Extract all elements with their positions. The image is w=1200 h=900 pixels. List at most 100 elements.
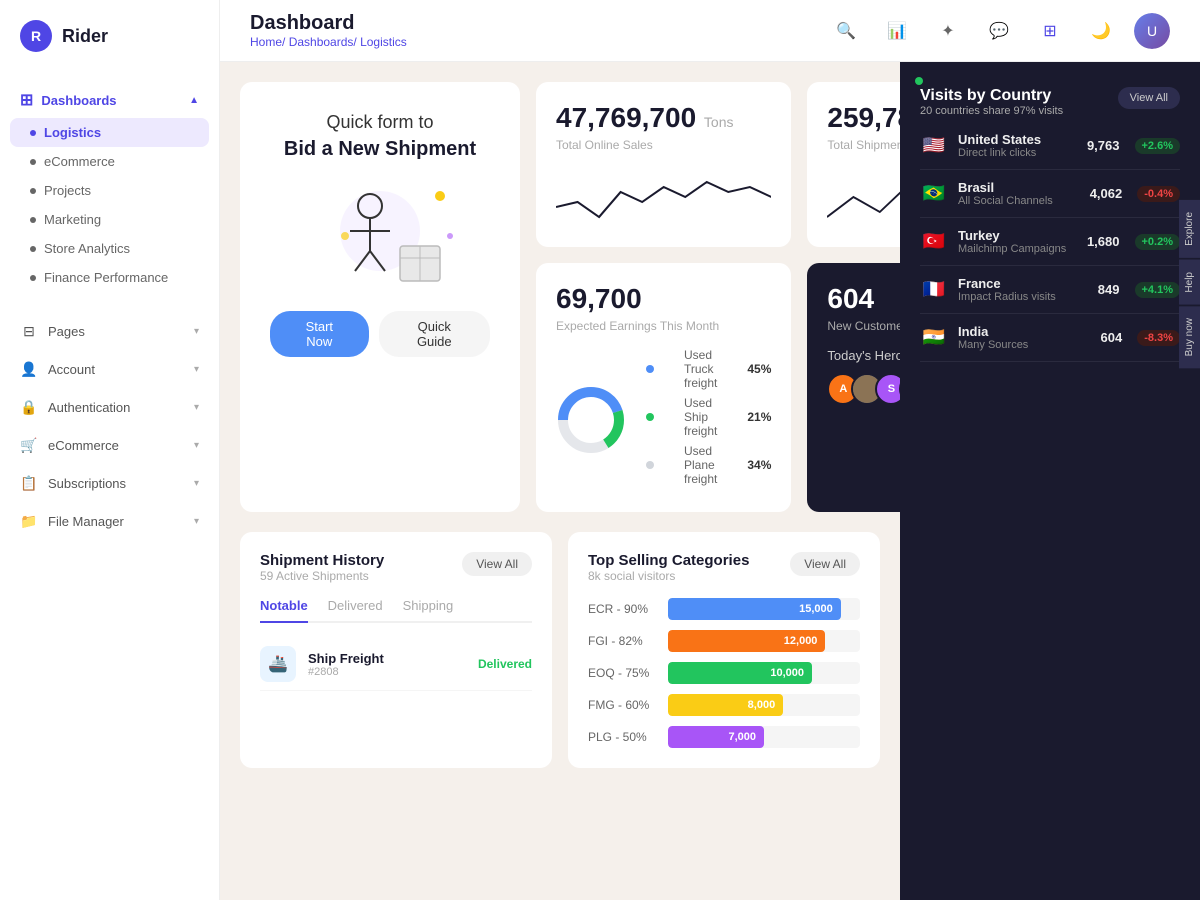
buy-now-tab[interactable]: Buy now: [1179, 306, 1200, 368]
avatar-stack: A S P +2: [827, 373, 900, 405]
right-panel: Visits by Country 20 countries share 97%…: [900, 62, 1200, 900]
shipment-status-1: Delivered: [478, 657, 532, 671]
tab-notable[interactable]: Notable: [260, 598, 308, 623]
country-item-1: 🇧🇷 Brasil All Social Channels 4,062 -0.4…: [920, 170, 1180, 218]
sidebar-section-pages: ⊟ Pages ▾ 👤 Account ▾ 🔒 Authentication ▾…: [0, 312, 219, 540]
country-source-3: Impact Radius visits: [958, 291, 1070, 303]
country-source-2: Mailchimp Campaigns: [958, 243, 1070, 255]
top-selling-view-all[interactable]: View All: [790, 552, 860, 576]
shipments-chart: [827, 167, 900, 227]
bar-label-0: ECR - 90%: [588, 602, 658, 616]
pages-icon: ⊟: [20, 322, 38, 340]
shipment-icon-1: 🚢: [260, 646, 296, 682]
sidebar-item-pages[interactable]: ⊟ Pages ▾: [0, 312, 219, 350]
dot-icon: [30, 188, 36, 194]
bar-fill-1: 12,000: [668, 630, 825, 652]
quick-guide-button[interactable]: Quick Guide: [379, 311, 490, 357]
sidebar-item-file-manager[interactable]: 📁 File Manager ▾: [0, 502, 219, 540]
bar-item-3: FMG - 60% 8,000: [588, 694, 860, 716]
sidebar-group-dashboards[interactable]: ⊞ Dashboards ▲: [0, 82, 219, 118]
country-item-4: 🇮🇳 India Many Sources 604 -8.3%: [920, 314, 1180, 362]
chevron-down-icon: ▾: [194, 440, 199, 451]
earnings-label: Expected Earnings This Month: [556, 319, 771, 333]
header-right: 🔍 📊 ✦ 💬 ⊞ 🌙 U: [828, 13, 1170, 49]
page-title: Dashboard: [250, 12, 407, 35]
total-shipments-value: 259,786: [827, 102, 900, 134]
total-sales-label: Total Online Sales: [556, 138, 771, 152]
shipment-history-header: Shipment History 59 Active Shipments Vie…: [260, 552, 532, 583]
earnings-card: 69,700 Expected Earnings This Month: [536, 263, 791, 512]
bar-chart-icon[interactable]: 📊: [879, 13, 915, 49]
shipment-list: 🚢 Ship Freight #2808 Delivered: [260, 638, 532, 691]
sidebar-item-account[interactable]: 👤 Account ▾: [0, 350, 219, 388]
grid-icon[interactable]: ⊞: [1032, 13, 1068, 49]
sidebar: R Rider ⊞ Dashboards ▲ Logistics eCommer…: [0, 0, 220, 900]
bar-label-1: FGI - 82%: [588, 634, 658, 648]
visits-subtitle: 20 countries share 97% visits: [920, 105, 1063, 117]
bar-label-4: PLG - 50%: [588, 730, 658, 744]
sidebar-item-finance-performance[interactable]: Finance Performance: [0, 263, 219, 292]
chevron-down-icon: ▾: [194, 402, 199, 413]
top-selling-title-group: Top Selling Categories 8k social visitor…: [588, 552, 749, 583]
help-tab[interactable]: Help: [1179, 260, 1200, 305]
sidebar-item-subscriptions[interactable]: 📋 Subscriptions ▾: [0, 464, 219, 502]
shipment-history-card: Shipment History 59 Active Shipments Vie…: [240, 532, 552, 768]
avatar[interactable]: U: [1134, 13, 1170, 49]
header-left: Dashboard Home/ Dashboards/ Logistics: [250, 12, 407, 49]
shipment-item-1: 🚢 Ship Freight #2808 Delivered: [260, 638, 532, 691]
header: Dashboard Home/ Dashboards/ Logistics 🔍 …: [220, 0, 1200, 62]
visits-view-all[interactable]: View All: [1118, 87, 1180, 109]
ecommerce-icon: 🛒: [20, 436, 38, 454]
tab-shipping[interactable]: Shipping: [403, 598, 454, 621]
chat-icon[interactable]: 💬: [981, 13, 1017, 49]
sidebar-item-marketing[interactable]: Marketing: [0, 205, 219, 234]
country-value-3: 849: [1080, 282, 1120, 297]
heroes-title: Today's Heroes: [827, 348, 900, 363]
dashboard-content: Quick form to Bid a New Shipment: [220, 62, 1200, 900]
donut-section: Used Truck freight 45% Used Ship freight…: [556, 348, 771, 492]
breadcrumb: Home/ Dashboards/ Logistics: [250, 35, 407, 49]
shipment-history-view-all[interactable]: View All: [462, 552, 532, 576]
total-shipments-card: 259,786 Total Shipments: [807, 82, 900, 247]
settings-icon[interactable]: ✦: [930, 13, 966, 49]
dot-icon: [30, 275, 36, 281]
explore-tab[interactable]: Explore: [1179, 200, 1200, 258]
country-info-4: India Many Sources: [958, 324, 1072, 351]
country-flag-4: 🇮🇳: [920, 328, 948, 348]
sidebar-item-authentication[interactable]: 🔒 Authentication ▾: [0, 388, 219, 426]
main-content: Dashboard Home/ Dashboards/ Logistics 🔍 …: [220, 0, 1200, 900]
dot-icon: [30, 130, 36, 136]
bar-track-4: 7,000: [668, 726, 860, 748]
shipment-id-1: #2808: [308, 666, 466, 678]
chevron-down-icon: ▾: [194, 478, 199, 489]
sidebar-item-projects[interactable]: Projects: [0, 176, 219, 205]
country-change-1: -0.4%: [1137, 186, 1180, 202]
visits-title: Visits by Country: [920, 87, 1063, 105]
dot-icon: [30, 217, 36, 223]
country-change-2: +0.2%: [1135, 234, 1181, 250]
country-source-0: Direct link clicks: [958, 147, 1070, 159]
country-item-3: 🇫🇷 France Impact Radius visits 849 +4.1%: [920, 266, 1180, 314]
country-info-1: Brasil All Social Channels: [958, 180, 1072, 207]
earnings-value: 69,700: [556, 283, 771, 315]
sidebar-item-logistics[interactable]: Logistics: [10, 118, 209, 147]
sidebar-item-store-analytics[interactable]: Store Analytics: [0, 234, 219, 263]
search-icon[interactable]: 🔍: [828, 13, 864, 49]
legend: Used Truck freight 45% Used Ship freight…: [646, 348, 771, 492]
country-flag-3: 🇫🇷: [920, 280, 948, 300]
bottom-row: Shipment History 59 Active Shipments Vie…: [240, 532, 880, 768]
tab-delivered[interactable]: Delivered: [328, 598, 383, 621]
shipment-history-subtitle: 59 Active Shipments: [260, 569, 384, 583]
hero-avatar-3: S: [875, 373, 900, 405]
country-source-4: Many Sources: [958, 339, 1072, 351]
country-source-1: All Social Channels: [958, 195, 1072, 207]
top-selling-header: Top Selling Categories 8k social visitor…: [588, 552, 860, 583]
legend-plane: Used Plane freight 34%: [646, 444, 771, 486]
visits-header: Visits by Country 20 countries share 97%…: [920, 87, 1180, 117]
theme-icon[interactable]: 🌙: [1083, 13, 1119, 49]
sidebar-item-ecommerce[interactable]: eCommerce: [0, 147, 219, 176]
start-now-button[interactable]: Start Now: [270, 311, 369, 357]
shipment-name-1: Ship Freight: [308, 651, 466, 666]
sidebar-item-ecommerce-main[interactable]: 🛒 eCommerce ▾: [0, 426, 219, 464]
auth-icon: 🔒: [20, 398, 38, 416]
